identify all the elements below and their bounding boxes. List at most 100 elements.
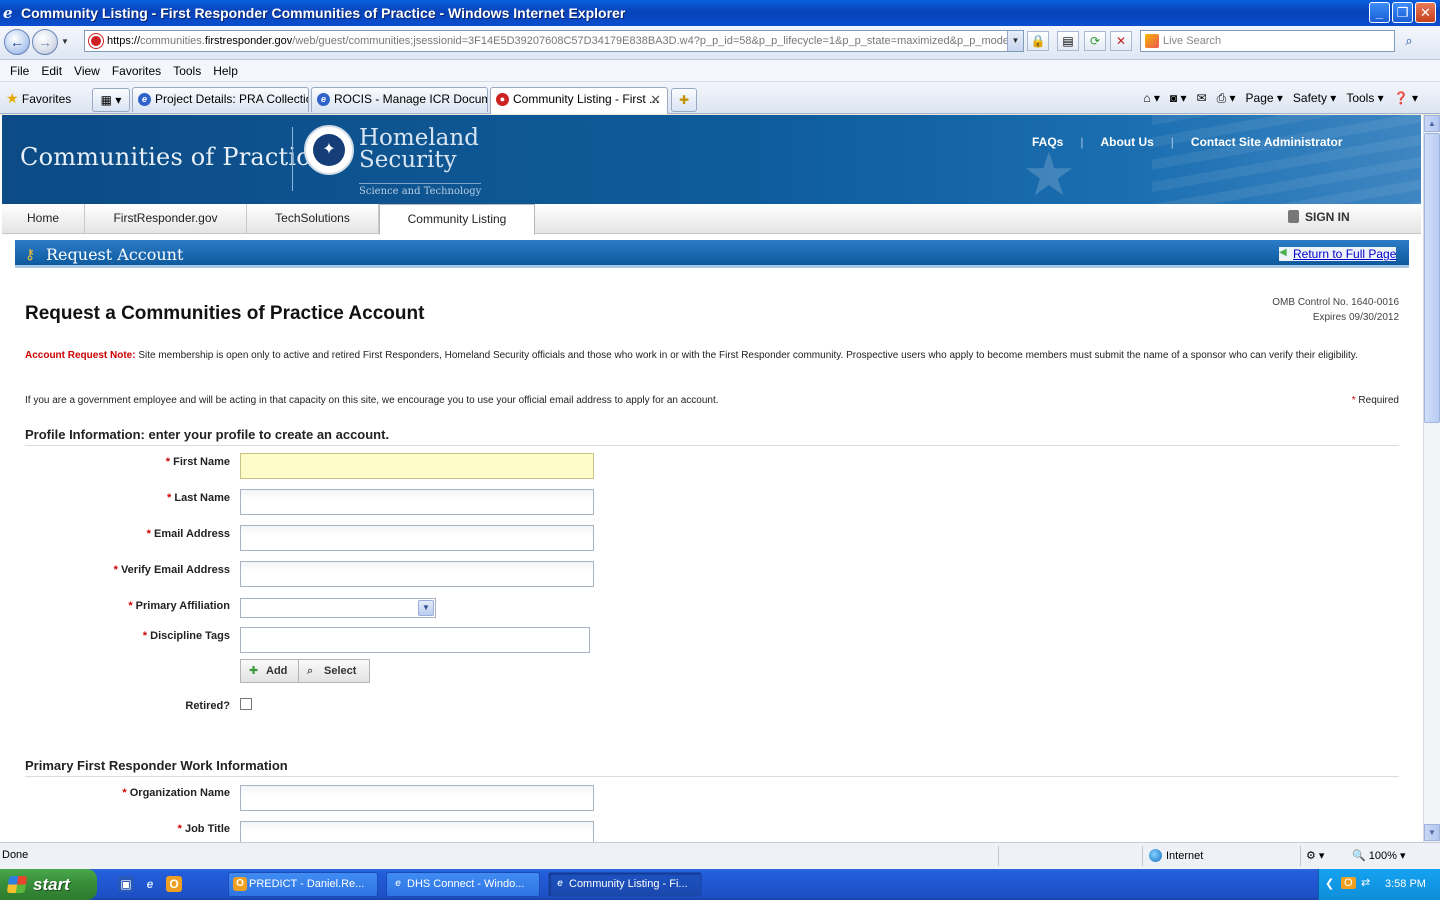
contact-admin-link[interactable]: Contact Site Administrator [1191,135,1343,149]
forward-button[interactable]: → [32,29,58,55]
page-menu[interactable]: Page ▾ [1246,88,1283,108]
nav-community-listing[interactable]: Community Listing [379,204,535,235]
start-button[interactable]: start [0,869,97,900]
menu-edit[interactable]: Edit [35,60,68,81]
first-name-label: * First Name [25,456,230,468]
dhs-seal-icon[interactable]: ✦ [304,125,354,175]
faqs-link[interactable]: FAQs [1032,135,1063,149]
tab-community-listing[interactable]: ● Community Listing - First ... ✕ [490,87,668,114]
required-asterisk: * [128,600,133,612]
dhs-logo-subtitle: Science and Technology [359,183,482,197]
tab-rocis[interactable]: e ROCIS - Manage ICR Docum... [311,87,488,112]
retired-label: Retired? [185,700,230,712]
select-button[interactable]: ⌕ Select [298,659,370,683]
help-icon[interactable]: ❓ ▾ [1394,88,1418,108]
menu-tools[interactable]: Tools [167,60,207,81]
first-name-field[interactable] [240,453,594,479]
scroll-down-icon[interactable]: ▼ [1424,824,1440,841]
clock[interactable]: 3:58 PM [1385,878,1426,890]
compatibility-view-icon[interactable]: ▤ [1057,31,1079,51]
menu-file[interactable]: File [4,60,35,81]
discipline-tags-field[interactable] [240,627,590,653]
last-name-field[interactable] [240,489,594,515]
ie-quicklaunch-icon[interactable]: e [142,876,158,892]
zoom-control[interactable]: 🔍 100% ▾ [1352,849,1405,862]
site-title[interactable]: Communities of Practice [20,143,324,171]
taskbar-predict[interactable]: O PREDICT - Daniel.Re... [228,872,378,897]
chevron-down-icon[interactable]: ▼ [418,600,434,616]
job-title-label: * Job Title [25,823,230,835]
label-text: Email Address [153,528,230,540]
show-desktop-icon[interactable]: ▣ [118,876,134,892]
retired-checkbox[interactable] [240,698,252,710]
search-icon[interactable]: ⌕ [1398,30,1420,52]
verify-email-field[interactable] [240,561,594,587]
portlet-header: ⚷ Request Account ◀ Return to Full Page [15,240,1409,268]
address-dropdown-icon[interactable]: ▼ [1007,31,1023,51]
tab-label: ROCIS - Manage ICR Docum... [334,92,488,106]
feeds-icon[interactable]: ◙ ▾ [1170,88,1187,108]
star-decoration-icon: ★ [1022,141,1076,204]
required-asterisk: * [1351,395,1356,406]
email-field[interactable] [240,525,594,551]
taskbar-community-listing[interactable]: e Community Listing - Fi... [548,872,702,897]
tray-expand-icon[interactable]: ❮ [1325,877,1334,890]
ie-icon: e [395,878,401,889]
job-title-field[interactable] [240,821,594,842]
minimize-button[interactable]: _ [1369,2,1390,23]
affiliation-select[interactable]: ▼ [240,598,436,618]
protected-mode-icon[interactable]: ⚙ ▾ [1306,849,1324,862]
safety-menu[interactable]: Safety ▾ [1293,88,1336,108]
url-host: firstresponder.gov [204,35,293,47]
sign-in-link[interactable]: SIGN IN [1288,210,1350,224]
address-bar[interactable]: https://communities.firstresponder.gov/w… [84,30,1024,52]
nav-techsolutions[interactable]: TechSolutions [247,204,379,234]
history-dropdown-icon[interactable]: ▼ [61,37,69,46]
read-mail-icon[interactable]: ✉ [1197,88,1207,108]
close-button[interactable]: ✕ [1415,2,1436,23]
taskbar-label: Community Listing - Fi... [569,878,688,890]
outlook-tray-icon[interactable]: O [1341,877,1356,889]
refresh-icon[interactable]: ⟳ [1084,31,1106,51]
about-us-link[interactable]: About Us [1100,135,1153,149]
outlook-quicklaunch-icon[interactable]: O [166,876,182,892]
verify-email-label: * Verify Email Address [25,564,230,576]
menu-favorites[interactable]: Favorites [106,60,167,81]
tab-project-details[interactable]: e Project Details: PRA Collectio... [132,87,309,112]
start-label: start [33,875,70,894]
scroll-up-icon[interactable]: ▲ [1424,115,1440,132]
tab-close-icon[interactable]: ✕ [650,88,661,111]
key-icon: ⚷ [25,246,36,262]
status-divider [1142,846,1143,866]
back-button[interactable]: ← [4,29,30,55]
tools-menu[interactable]: Tools ▾ [1346,88,1383,108]
outlook-icon: O [233,877,247,891]
tab-label: Project Details: PRA Collectio... [155,92,309,106]
print-icon[interactable]: ⎙ ▾ [1217,88,1236,108]
nav-firstresponder[interactable]: FirstResponder.gov [85,204,247,234]
security-zone[interactable]: Internet [1149,849,1203,862]
nav-home[interactable]: Home [2,204,85,234]
label-text: Organization Name [129,787,230,799]
required-asterisk: * [167,492,172,504]
quick-tabs-button[interactable]: ▦ ▾ [92,88,130,112]
vertical-scrollbar[interactable]: ▲ ▼ [1423,115,1440,842]
site-tab-icon: ● [496,93,509,106]
return-full-page-link[interactable]: ◀ Return to Full Page [1279,247,1397,261]
org-name-field[interactable] [240,785,594,811]
menu-view[interactable]: View [68,60,106,81]
favorites-button[interactable]: ★ Favorites [6,90,71,107]
menu-help[interactable]: Help [207,60,244,81]
search-input[interactable]: Live Search [1140,30,1395,52]
new-tab-button[interactable]: ✚ [671,88,697,112]
home-icon[interactable]: ⌂ ▾ [1143,88,1160,108]
restore-button[interactable]: ❐ [1392,2,1413,23]
lock-icon[interactable]: 🔒 [1027,31,1049,51]
taskbar-dhs-connect[interactable]: e DHS Connect - Windo... [386,872,540,897]
eagle-icon: ✦ [313,134,345,166]
add-button[interactable]: ✚ Add [240,659,299,683]
stop-icon[interactable]: ✕ [1110,31,1132,51]
network-tray-icon[interactable]: ⇄ [1361,876,1370,889]
required-label: Required [1358,395,1399,406]
scroll-thumb[interactable] [1424,133,1440,423]
